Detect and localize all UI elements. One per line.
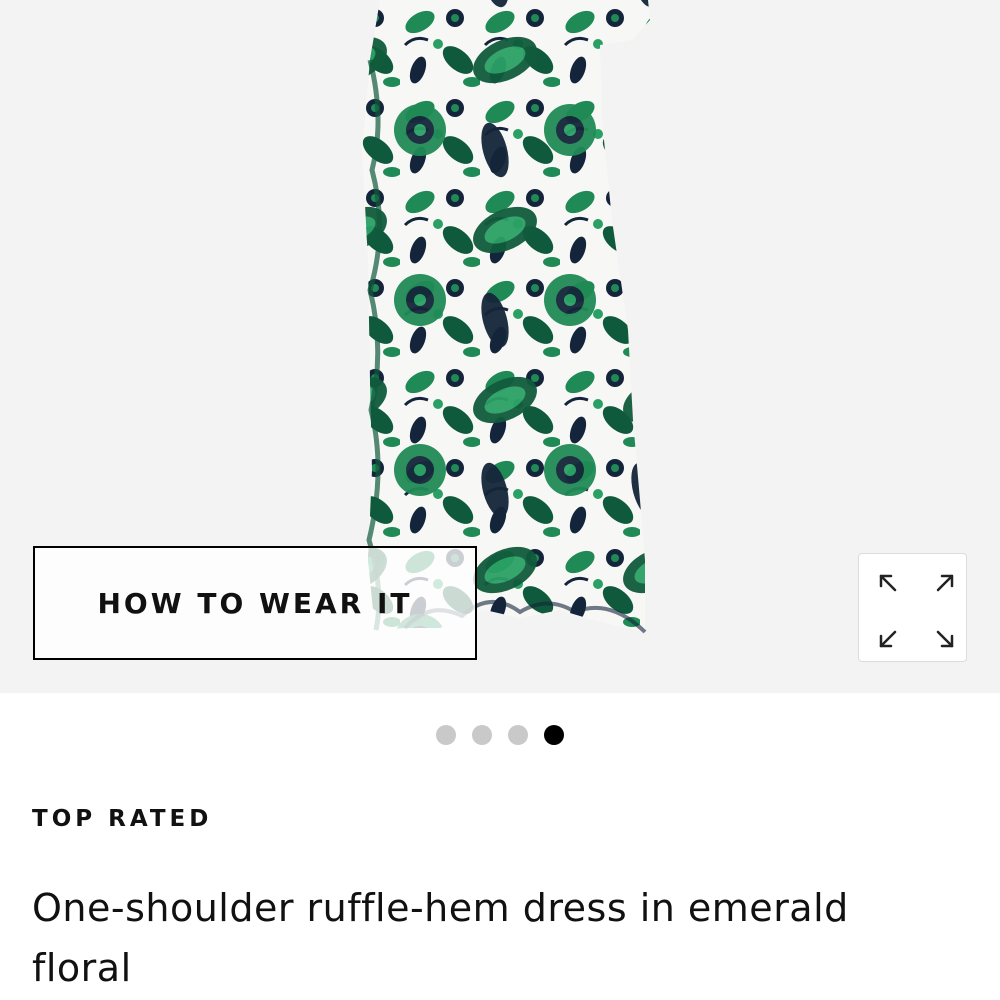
carousel-dot-1[interactable] <box>436 725 456 745</box>
carousel-indicator <box>0 725 1000 747</box>
carousel-dot-2[interactable] <box>472 725 492 745</box>
product-page: HOW TO WEAR IT TOP RATED One-shoulder ru… <box>0 0 1000 1000</box>
expand-image-button[interactable] <box>858 553 967 662</box>
product-title: One-shoulder ruffle-hem dress in emerald… <box>32 886 849 990</box>
carousel-dot-4[interactable] <box>544 725 564 745</box>
how-to-wear-button[interactable]: HOW TO WEAR IT <box>33 546 477 660</box>
carousel-dot-3[interactable] <box>508 725 528 745</box>
top-rated-badge: TOP RATED <box>32 806 213 832</box>
how-to-wear-label: HOW TO WEAR IT <box>97 586 413 620</box>
product-image-area[interactable]: HOW TO WEAR IT <box>0 0 1000 693</box>
expand-icon <box>879 574 954 648</box>
